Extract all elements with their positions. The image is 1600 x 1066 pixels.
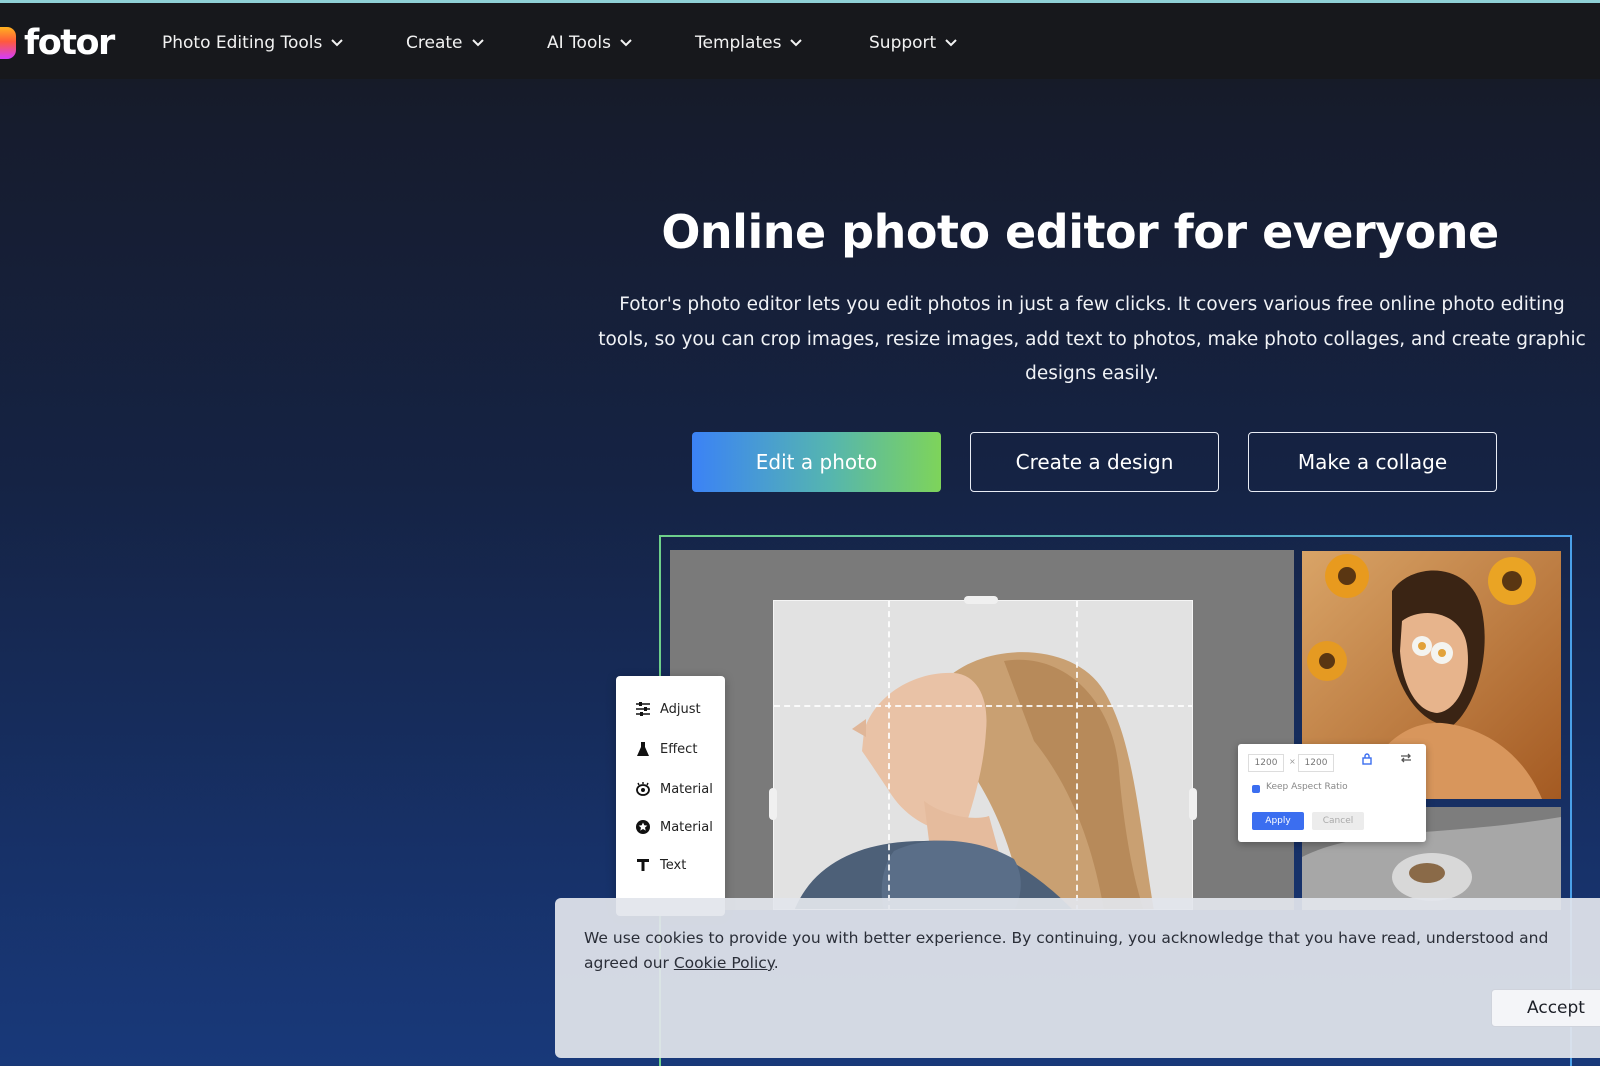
times-sign: × bbox=[1289, 757, 1296, 766]
nav-create[interactable]: Create bbox=[406, 29, 485, 57]
crop-grid-line bbox=[1076, 601, 1078, 909]
text-icon bbox=[634, 856, 652, 874]
keep-ratio-checkbox[interactable] bbox=[1252, 785, 1260, 793]
woman-profile-photo bbox=[774, 601, 1192, 909]
tool-label: Material bbox=[660, 819, 713, 835]
top-navbar: fotor Photo Editing Tools Create AI Tool… bbox=[0, 3, 1600, 79]
width-field[interactable]: 1200 bbox=[1248, 754, 1284, 772]
crop-grid-line bbox=[888, 601, 890, 909]
chevron-down-icon bbox=[619, 38, 633, 48]
cookie-banner: We use cookies to provide you with bette… bbox=[555, 898, 1600, 1058]
create-design-button[interactable]: Create a design bbox=[970, 432, 1219, 492]
nav-support[interactable]: Support bbox=[869, 29, 958, 57]
crop-handle-top[interactable] bbox=[964, 596, 998, 604]
tool-material[interactable]: Material bbox=[634, 778, 713, 800]
nav-templates[interactable]: Templates bbox=[695, 29, 803, 57]
apply-button[interactable]: Apply bbox=[1252, 812, 1304, 830]
chevron-down-icon bbox=[944, 38, 958, 48]
hero-description: Fotor's photo editor lets you edit photo… bbox=[598, 294, 1586, 384]
nav-label: Support bbox=[869, 33, 937, 53]
fotor-logo[interactable]: fotor bbox=[0, 23, 115, 63]
swap-icon[interactable] bbox=[1400, 752, 1412, 767]
logo-mark-icon bbox=[0, 27, 16, 59]
cookie-text-end: . bbox=[773, 954, 779, 972]
eye-icon bbox=[634, 780, 652, 798]
hero-title: Online photo editor for everyone bbox=[661, 205, 1499, 259]
flask-icon bbox=[634, 740, 652, 758]
star-badge-icon bbox=[634, 818, 652, 836]
nav-label: Photo Editing Tools bbox=[162, 33, 323, 53]
tool-material-2[interactable]: Material bbox=[634, 816, 713, 838]
edit-photo-button[interactable]: Edit a photo bbox=[692, 432, 941, 492]
crop-grid-line bbox=[774, 705, 1192, 707]
editor-canvas bbox=[670, 550, 1294, 910]
tool-label: Effect bbox=[660, 741, 698, 757]
tool-adjust[interactable]: Adjust bbox=[634, 698, 701, 720]
nav-label: Templates bbox=[695, 33, 782, 53]
make-collage-button[interactable]: Make a collage bbox=[1248, 432, 1497, 492]
editor-tool-panel: Adjust Effect Material Material Text bbox=[616, 676, 725, 916]
crop-handle-right[interactable] bbox=[1189, 788, 1197, 820]
chevron-down-icon bbox=[471, 38, 485, 48]
crop-area bbox=[773, 600, 1193, 910]
cookie-policy-link[interactable]: Cookie Policy bbox=[674, 954, 774, 972]
tool-text[interactable]: Text bbox=[634, 854, 686, 876]
chevron-down-icon bbox=[789, 38, 803, 48]
keep-ratio-label: Keep Aspect Ratio bbox=[1266, 782, 1348, 792]
nav-photo-editing-tools[interactable]: Photo Editing Tools bbox=[162, 29, 344, 57]
cookie-message: We use cookies to provide you with bette… bbox=[584, 926, 1569, 976]
accept-cookies-button[interactable]: Accept bbox=[1491, 989, 1600, 1027]
nav-label: Create bbox=[406, 33, 463, 53]
tool-label: Text bbox=[660, 857, 687, 873]
cancel-button[interactable]: Cancel bbox=[1312, 812, 1364, 830]
tool-label: Material bbox=[660, 781, 713, 797]
tool-effect[interactable]: Effect bbox=[634, 738, 697, 760]
sliders-icon bbox=[634, 700, 652, 718]
resize-popup: 1200 × 1200 Keep Aspect Ratio Apply Canc… bbox=[1238, 744, 1426, 842]
logo-wordmark: fotor bbox=[24, 23, 115, 63]
crop-handle-left[interactable] bbox=[769, 788, 777, 820]
tool-label: Adjust bbox=[660, 701, 701, 717]
chevron-down-icon bbox=[330, 38, 344, 48]
height-field[interactable]: 1200 bbox=[1298, 754, 1334, 772]
nav-ai-tools[interactable]: AI Tools bbox=[547, 29, 633, 57]
lock-icon[interactable] bbox=[1362, 753, 1372, 768]
nav-label: AI Tools bbox=[547, 33, 611, 53]
